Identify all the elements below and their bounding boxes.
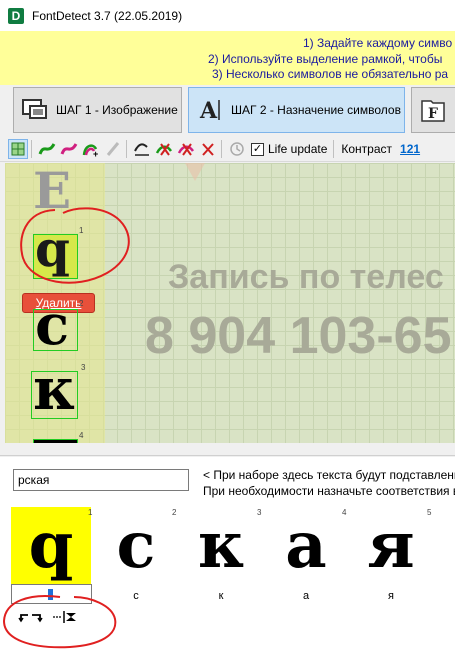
grid-select-icon[interactable] [8, 139, 28, 159]
toolbar-separator [221, 140, 222, 158]
svg-text:+: + [93, 149, 98, 157]
contrast-label: Контраст [341, 142, 393, 156]
cell-label: а [302, 590, 310, 602]
life-update-checkbox[interactable]: ✓ [251, 142, 264, 156]
glyph-cell[interactable]: q [11, 507, 91, 584]
step3-font-button[interactable]: F [411, 87, 455, 133]
mapping-hint-line1: < При наборе здесь текста будут подставл… [203, 468, 455, 482]
cell-glyph: q [28, 507, 74, 583]
step1-label: ШАГ 1 - Изображение [56, 103, 178, 117]
cross-strokes-icon[interactable] [154, 139, 174, 159]
toolbar-separator [31, 140, 32, 158]
mapping-text-input[interactable] [13, 469, 189, 491]
cell-number: 4 [342, 508, 347, 517]
window-title: FontDetect 3.7 (22.05.2019) [32, 8, 183, 23]
cell-number: 5 [427, 508, 432, 517]
mapping-hint-line2: При необходимости назначьте соответствия… [203, 484, 455, 498]
baseline-stroke-icon[interactable] [132, 139, 152, 159]
splitter[interactable] [0, 443, 455, 456]
history-icon[interactable] [227, 139, 247, 159]
cell-number: 1 [88, 508, 93, 517]
glyph-cell[interactable]: с [96, 507, 176, 584]
mapping-panel: < При наборе здесь текста будут подставл… [0, 457, 455, 657]
cell-number: 2 [172, 508, 177, 517]
glyph-cell[interactable]: я [351, 507, 431, 584]
steps-bar: ШАГ 1 - Изображение A ШАГ 2 - Назначение… [0, 85, 455, 135]
contrast-value-link[interactable]: 121 [400, 142, 420, 156]
app-logo-icon: D [8, 7, 24, 24]
cell-label: к [218, 590, 224, 602]
step1-image-button[interactable]: ШАГ 1 - Изображение [13, 87, 182, 133]
annotation-circle-canvas [20, 163, 205, 284]
font-file-icon: F [420, 97, 446, 123]
toolbar: + ✓ Life update Контраст 121 [0, 137, 455, 162]
add-stroke-icon[interactable]: + [81, 139, 101, 159]
cell-glyph: с [116, 507, 156, 583]
step2-assign-button[interactable]: A ШАГ 2 - Назначение символов [188, 87, 405, 133]
svg-text:F: F [428, 106, 438, 122]
glyph-cell[interactable]: а [266, 507, 346, 584]
toolbar-separator [333, 140, 335, 158]
cell-glyph: я [367, 507, 415, 583]
cell-label: я [388, 590, 394, 602]
annotation-circle-bottom [2, 595, 117, 649]
svg-text:A: A [199, 98, 218, 123]
monitor-image-icon [22, 97, 48, 123]
life-update-label: Life update [268, 142, 328, 156]
hint-line-3: 3) Несколько символов не обязательно ра [212, 67, 449, 81]
hint-line-1: 1) Задайте каждому симво [303, 36, 453, 50]
hints-panel: 1) Задайте каждому симво 2) Используйте … [0, 31, 455, 85]
cross-clear-icon[interactable] [198, 139, 218, 159]
cell-glyph: к [197, 507, 245, 583]
step2-label: ШАГ 2 - Назначение символов [231, 103, 401, 117]
pencil-icon[interactable] [103, 139, 123, 159]
cell-number: 3 [257, 508, 262, 517]
green-stroke-icon[interactable] [37, 139, 57, 159]
cross-pink-icon[interactable] [176, 139, 196, 159]
glyph-canvas[interactable]: Запись по телес 8 904 103-65 Е q 1 Удали… [5, 163, 455, 443]
pink-stroke-icon[interactable] [59, 139, 79, 159]
letter-a-icon: A [197, 97, 223, 123]
title-bar: D FontDetect 3.7 (22.05.2019) [0, 0, 455, 31]
cell-glyph: а [285, 507, 327, 583]
hint-line-2: 2) Используйте выделение рамкой, чтобы [208, 52, 443, 66]
glyph-cell[interactable]: к [181, 507, 261, 584]
toolbar-separator [126, 140, 127, 158]
